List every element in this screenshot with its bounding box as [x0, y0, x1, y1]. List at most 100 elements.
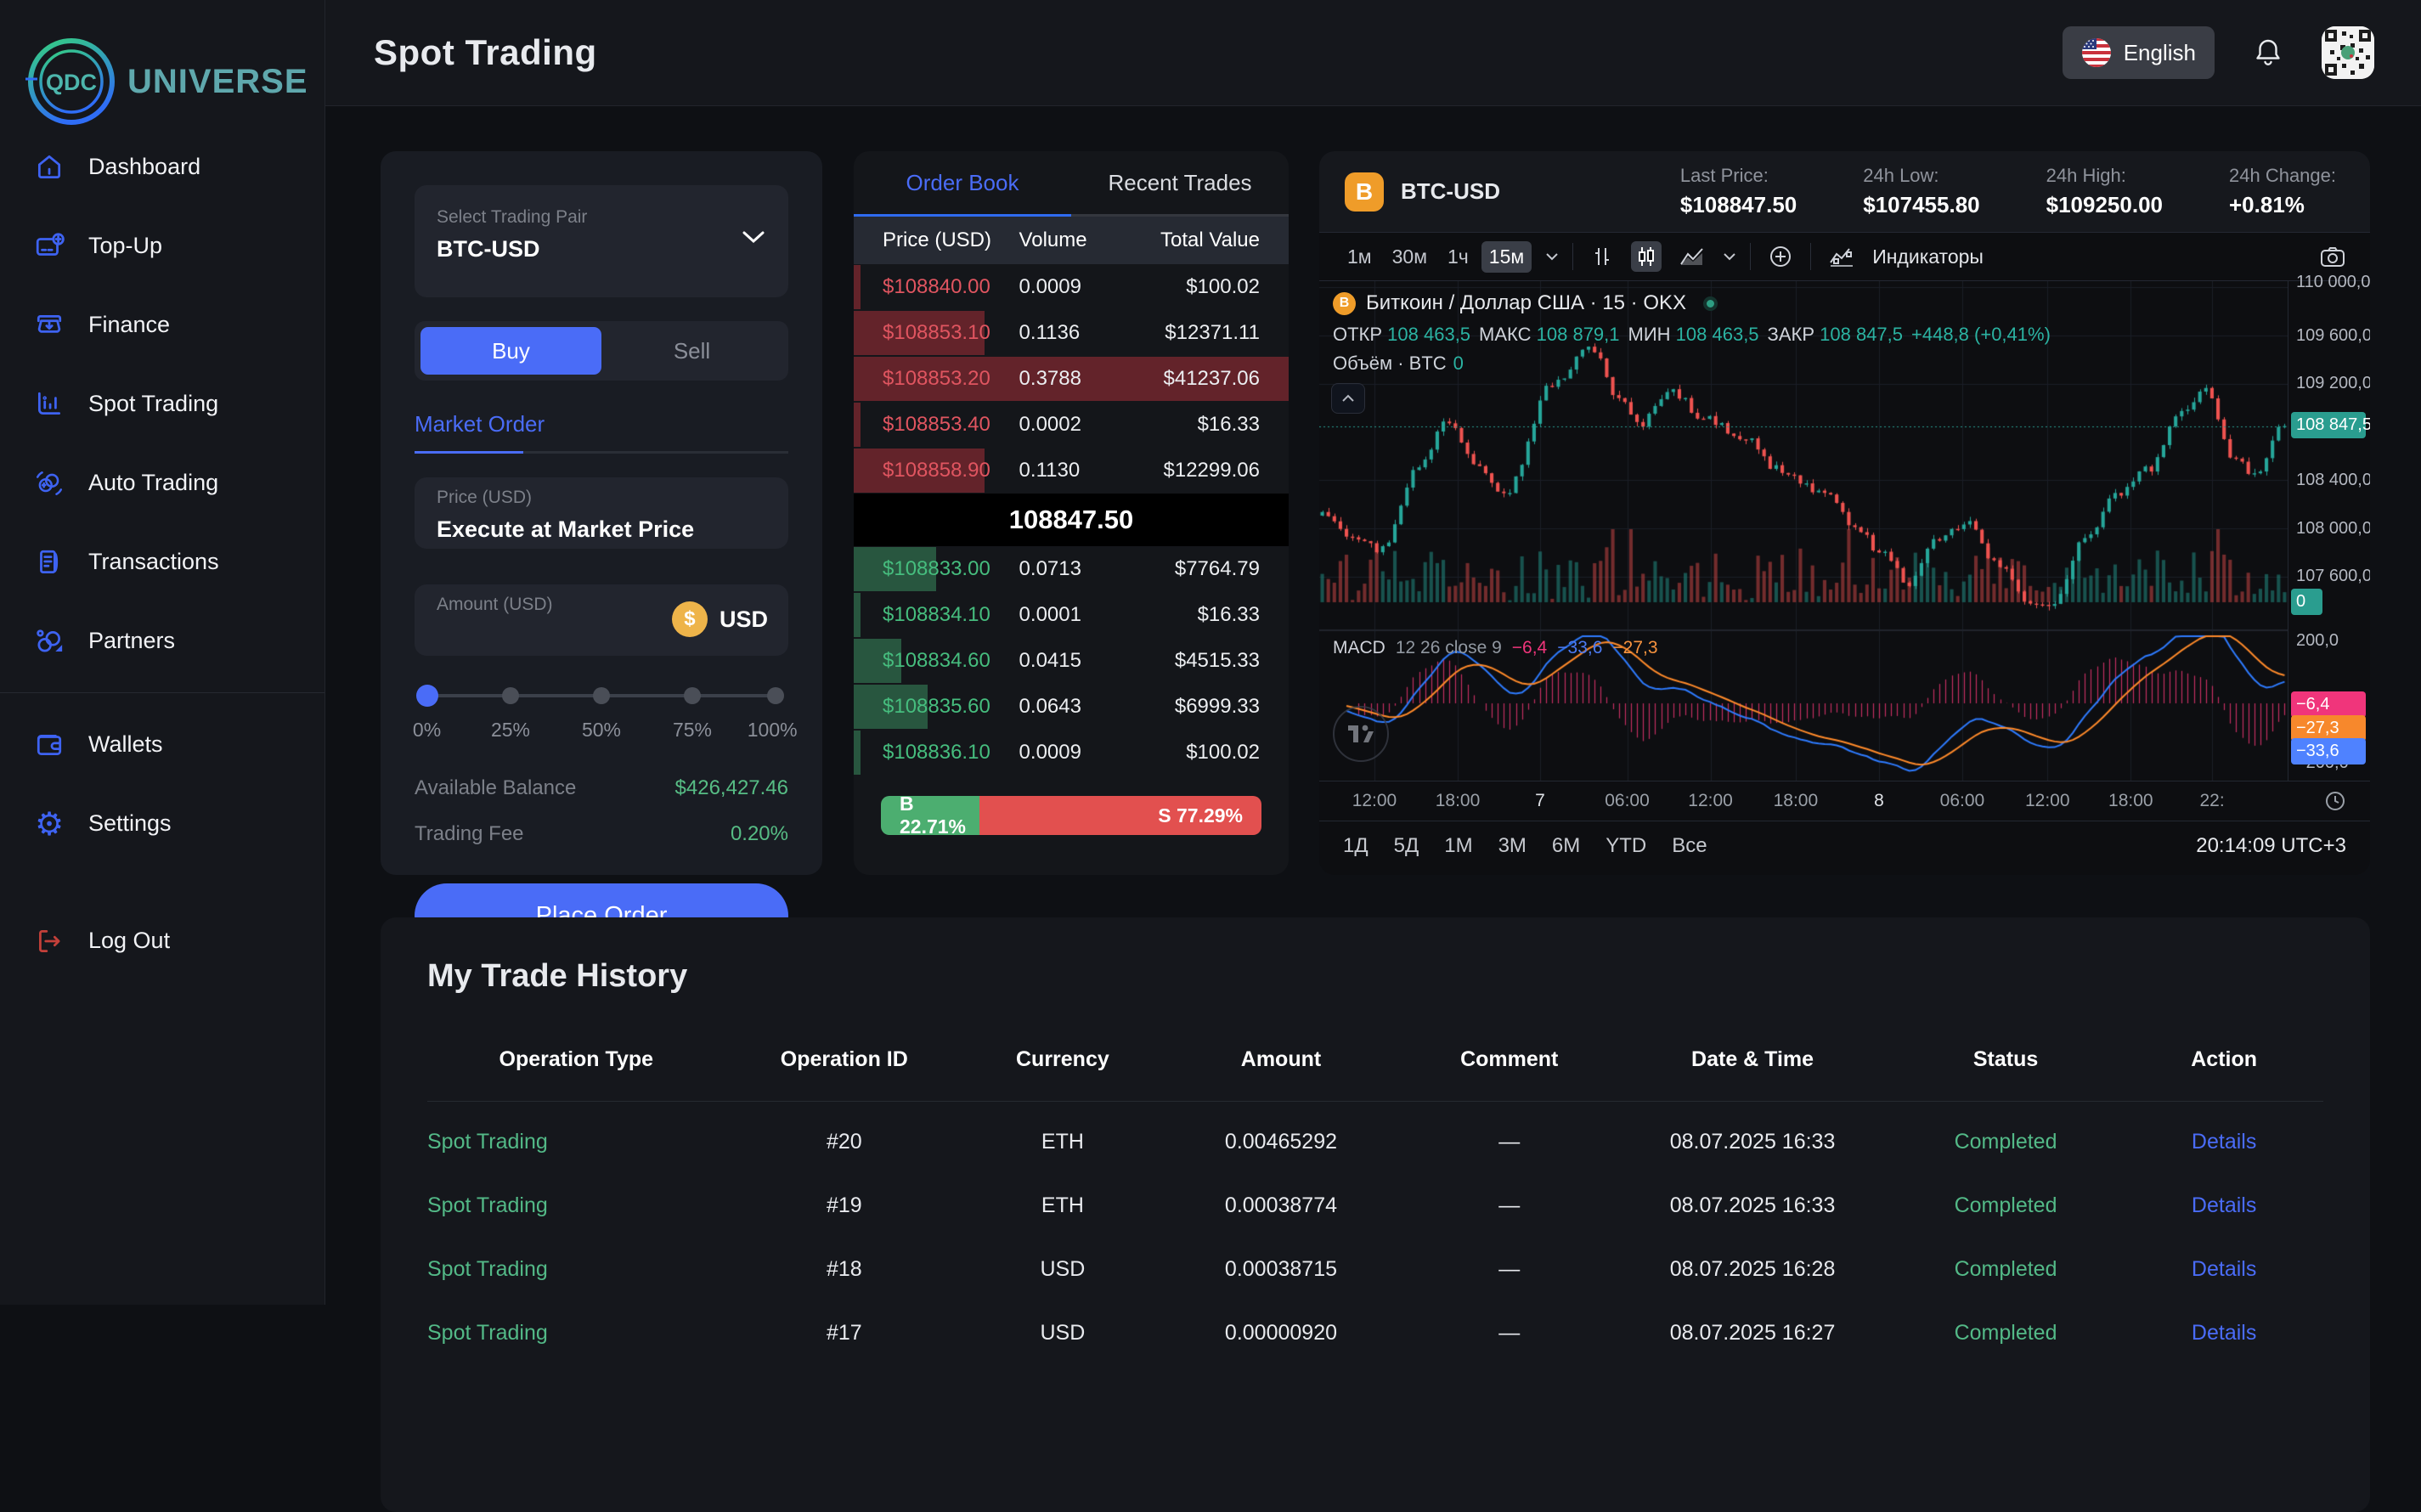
chevron-down-icon[interactable]	[1723, 252, 1736, 261]
camera-icon[interactable]	[2316, 241, 2350, 272]
trading-pair-select[interactable]: Select Trading Pair BTC-USD	[415, 185, 788, 297]
chart-body: B Биткоин / Доллар США · 15 · OKX ОТКР 1…	[1319, 281, 2370, 781]
details-link[interactable]: Details	[2125, 1193, 2323, 1218]
order-book-buy-row[interactable]: $108834.60 0.0415 $4515.33	[854, 638, 1289, 684]
order-book-sell-row[interactable]: $108840.00 0.0009 $100.02	[854, 264, 1289, 310]
status-badge: Completed	[1887, 1257, 2125, 1282]
cell-comment: —	[1400, 1321, 1618, 1346]
sidebar-item-transactions[interactable]: Transactions	[0, 522, 324, 601]
time-axis-label: 12:00	[1688, 791, 1733, 811]
timeframe-button[interactable]: 1м	[1340, 241, 1380, 273]
cell-currency: USD	[963, 1257, 1162, 1282]
slider-dot-25[interactable]	[502, 687, 519, 704]
order-volume: 0.1136	[1019, 321, 1137, 345]
ohlc-item: ОТКР 108 463,5	[1333, 324, 1470, 346]
sell-button[interactable]: Sell	[601, 327, 782, 375]
slider-dot-75[interactable]	[684, 687, 701, 704]
timeframe-button[interactable]: 15м	[1481, 241, 1532, 273]
tab-order-book[interactable]: Order Book	[854, 170, 1071, 196]
chevron-up-icon	[1341, 394, 1355, 403]
order-total: $12299.06	[1137, 459, 1289, 482]
details-link[interactable]: Details	[2125, 1321, 2323, 1346]
cell-amount: 0.00465292	[1162, 1130, 1400, 1154]
order-book-sell-row[interactable]: $108853.10 0.1136 $12371.11	[854, 310, 1289, 356]
order-price: $108858.90	[854, 459, 1019, 482]
sidebar-spacer	[0, 863, 324, 901]
ohlc-value: 108 463,5	[1676, 324, 1759, 345]
price-label: Price (USD)	[437, 488, 766, 508]
cell-operation-id: #20	[725, 1130, 963, 1154]
stat-value: +0.81%	[2229, 192, 2336, 218]
cell-currency: USD	[963, 1321, 1162, 1346]
stat-value: $108847.50	[1680, 192, 1797, 218]
date-range-button[interactable]: 5Д	[1394, 834, 1419, 858]
sidebar-item-settings[interactable]: ⚙ Settings	[0, 784, 324, 863]
tradingview-watermark[interactable]	[1333, 706, 1389, 762]
legend-collapse-button[interactable]	[1331, 383, 1365, 414]
candles-style-icon[interactable]	[1631, 241, 1662, 272]
sidebar-item-logout[interactable]: Log Out	[0, 901, 324, 980]
sidebar-item-finance[interactable]: Finance	[0, 285, 324, 364]
buy-button[interactable]: Buy	[420, 327, 601, 375]
price-chart-canvas[interactable]	[1319, 281, 2288, 781]
history-title: My Trade History	[427, 958, 2323, 995]
status-badge: Completed	[1887, 1130, 2125, 1154]
order-book-sells: $108840.00 0.0009 $100.02 $108853.10 0.1…	[854, 264, 1289, 494]
sidebar-item-topup[interactable]: Top-Up	[0, 206, 324, 285]
chevron-down-icon[interactable]	[1545, 252, 1559, 261]
order-book-buy-row[interactable]: $108833.00 0.0713 $7764.79	[854, 546, 1289, 592]
brand-logo: QDC UNIVERSE	[0, 0, 324, 127]
fee-label: Trading Fee	[415, 822, 524, 846]
sidebar-item-partners[interactable]: Partners	[0, 601, 324, 680]
slider-mark-label: 50%	[582, 719, 621, 742]
date-range-button[interactable]: 1Д	[1343, 834, 1369, 858]
sidebar-item-auto-trading[interactable]: Auto Trading	[0, 443, 324, 522]
details-link[interactable]: Details	[2125, 1130, 2323, 1154]
buy-sell-toggle: Buy Sell	[415, 321, 788, 381]
date-range-button[interactable]: 3М	[1498, 834, 1527, 858]
date-range-button[interactable]: YTD	[1606, 834, 1646, 858]
indicators-label[interactable]: Индикаторы	[1872, 245, 1984, 268]
date-range-button[interactable]: 6М	[1552, 834, 1580, 858]
stat-label: Last Price:	[1680, 165, 1797, 187]
indicators-icon[interactable]	[1825, 241, 1859, 272]
date-range-button[interactable]: Все	[1672, 834, 1707, 858]
order-book-sell-row[interactable]: $108858.90 0.1130 $12299.06	[854, 448, 1289, 494]
order-book-buy-row[interactable]: $108835.60 0.0643 $6999.33	[854, 684, 1289, 730]
details-link[interactable]: Details	[2125, 1257, 2323, 1282]
price-axis[interactable]: 110 000,0109 600,0109 200,0108 400,0108 …	[2288, 281, 2370, 781]
trade-history-panel: My Trade History Operation TypeOperation…	[381, 917, 2370, 1512]
time-axis[interactable]: 12:0018:00706:0012:0018:00806:0012:0018:…	[1319, 781, 2370, 821]
timeframe-button[interactable]: 30м	[1385, 241, 1435, 273]
bell-icon[interactable]	[2254, 37, 2283, 68]
compare-add-icon[interactable]	[1764, 240, 1797, 273]
bar-style-icon[interactable]	[1587, 241, 1617, 272]
sidebar-item-dashboard[interactable]: Dashboard	[0, 127, 324, 206]
macd-legend: MACD 12 26 close 9 −6,4 −33,6 −27,3	[1333, 638, 1658, 658]
date-range-button[interactable]: 1М	[1444, 834, 1472, 858]
amount-field[interactable]: Amount (USD) $ USD	[415, 584, 788, 656]
tab-market-order[interactable]: Market Order	[415, 411, 788, 437]
timezone-clock-icon[interactable]	[2324, 790, 2346, 812]
order-book-sell-row[interactable]: $108853.40 0.0002 $16.33	[854, 402, 1289, 448]
history-column-header: Operation ID	[725, 1047, 963, 1072]
logout-icon	[34, 926, 65, 956]
order-price: $108833.00	[854, 557, 1019, 581]
slider-handle[interactable]	[416, 685, 438, 707]
language-selector[interactable]: English	[2063, 26, 2215, 79]
order-book-sell-row[interactable]: $108853.20 0.3788 $41237.06	[854, 356, 1289, 402]
order-book-buy-row[interactable]: $108834.10 0.0001 $16.33	[854, 592, 1289, 638]
legend-symbol-text: Биткоин / Доллар США · 15 · OKX	[1366, 291, 1686, 315]
slider-dot-50[interactable]	[593, 687, 610, 704]
sidebar-item-spot-trading[interactable]: Spot Trading	[0, 364, 324, 443]
col-volume: Volume	[1019, 228, 1137, 252]
area-chart-icon[interactable]	[1675, 241, 1709, 272]
slider-dot-100[interactable]	[767, 687, 784, 704]
tab-recent-trades[interactable]: Recent Trades	[1071, 170, 1289, 196]
user-avatar[interactable]	[2322, 26, 2374, 79]
sidebar-item-wallets[interactable]: Wallets	[0, 705, 324, 784]
order-book-buy-row[interactable]: $108836.10 0.0009 $100.02	[854, 730, 1289, 776]
amount-slider[interactable]	[420, 685, 783, 707]
price-field[interactable]: Price (USD) Execute at Market Price	[415, 477, 788, 549]
timeframe-button[interactable]: 1ч	[1440, 241, 1476, 273]
